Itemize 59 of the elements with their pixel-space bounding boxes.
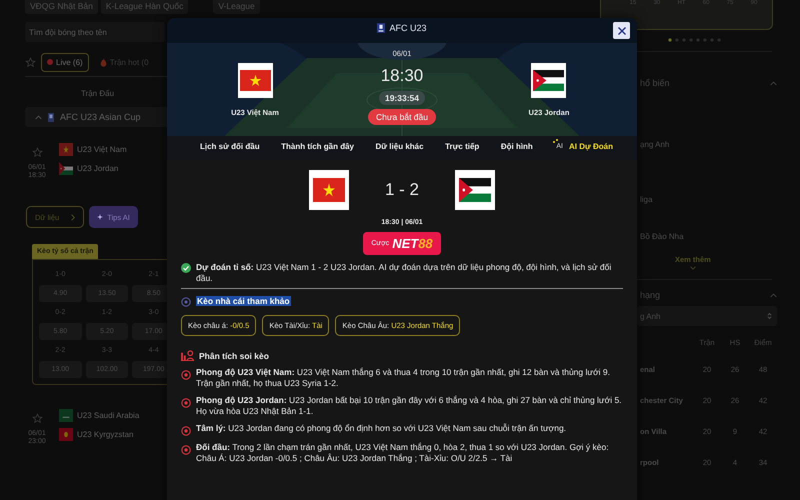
sparkle-icon <box>97 214 104 220</box>
analysis-text: Phong độ U23 Jordan: U23 Jordan bất bại 10 trận gần đây với 6 thắng và 4 hòa, ghi 27 bàn và chỉ thủng lưới 5. Họ vừa hòa U23 Nhật Bản 1-1. <box>196 395 623 417</box>
search-field[interactable]: Tìm đội bóng theo tên <box>25 22 165 42</box>
filter-tab[interactable]: Live (6) <box>41 52 89 72</box>
check-circle-icon <box>181 263 191 273</box>
team-name: U23 Saudi Arabia <box>77 411 140 420</box>
sort-arrows-icon <box>767 312 772 320</box>
close-button[interactable] <box>613 22 630 39</box>
ball-icon <box>181 445 191 455</box>
chart-icon <box>181 350 194 361</box>
team-name: U23 Jordan <box>77 164 118 173</box>
chevron-up-icon[interactable] <box>35 114 42 120</box>
chevron-right-icon <box>71 214 76 220</box>
flag-icon <box>309 170 349 210</box>
status-badge: Chưa bắt đầu <box>368 109 436 125</box>
team-name: U23 Kyrgyzstan <box>77 430 134 439</box>
league-name: AFC U23 Asian Cup <box>60 112 141 122</box>
section-title: Kèo nhà cái tham khảo <box>196 296 291 306</box>
tab[interactable]: Đội hình <box>500 142 533 151</box>
chevron-up-icon[interactable] <box>770 292 777 298</box>
star-icon[interactable] <box>25 56 36 68</box>
fire-icon <box>100 58 107 66</box>
analysis-text: Đối đầu: Trong 2 lần chạm trán gần nhất, U23 Việt Nam thắng 0, hòa 2, thua 1 so với U23 Jordan. Gợi ý kèo: Châu Á: U23 Jordan -0/0.5 ; Châu Âu: U23 Jordan Thắng ; Tài-Xỉu: O/U 2/2.5 → Tài <box>196 442 610 464</box>
team-name: U23 Việt Nam <box>77 145 127 154</box>
dialog-title: AFC U23 <box>389 23 426 33</box>
prediction-text: Dự đoán tỉ số: U23 Việt Nam 1 - 2 U23 Jordan. AI dự đoán dựa trên dữ liệu phong độ, đội hình, và lịch sử đối đầu. <box>196 262 612 284</box>
flag-icon <box>238 63 272 98</box>
kickoff-time: 18:30 <box>380 66 424 86</box>
flag-icon <box>59 428 73 441</box>
star-icon[interactable] <box>32 413 42 424</box>
analysis-text: Phong độ U23 Việt Nam: U23 Việt Nam thắng 6 và thua 4 trong 10 trận gần nhất, ghi 12 bàn và thủng lưới 9. Trận gần nhất, họ thua U23 Syria 1-2. <box>196 367 611 389</box>
ball-icon <box>181 426 191 436</box>
flag-icon <box>59 143 73 156</box>
flag-icon <box>455 170 495 210</box>
chevron-up-icon[interactable] <box>770 80 777 86</box>
tab[interactable]: Dữ liệu khác <box>376 142 424 151</box>
column-header: Trận Đấu <box>80 89 116 98</box>
trophy-icon <box>377 23 386 33</box>
league-link[interactable]: Bồ Đào Nha <box>640 232 800 241</box>
analysis-text: Tâm lý: U23 Jordan đang có phong độ ổn định hơn so với U23 Việt Nam sau chuỗi trận ấn tượng. <box>196 423 566 434</box>
star-icon[interactable] <box>32 147 42 158</box>
close-icon <box>616 26 626 36</box>
ball-icon <box>181 297 191 307</box>
tab[interactable]: Thành tích gần đây <box>281 142 354 151</box>
countdown-badge: 19:33:54 <box>378 91 425 105</box>
predicted-score: 1 - 2 <box>385 180 419 200</box>
flag-icon <box>531 63 566 98</box>
league-row[interactable]: AFC U23 Asian Cup <box>25 107 170 127</box>
ball-icon <box>181 370 191 380</box>
ball-icon <box>181 398 191 408</box>
tab[interactable]: Trực tiếp <box>445 142 480 151</box>
league-link[interactable]: liga <box>640 195 800 204</box>
tab[interactable]: Lịch sử đối đầu <box>200 142 260 151</box>
chevron-down-icon <box>690 266 696 270</box>
flag-icon <box>59 409 73 422</box>
section-title: Phân tích soi kèo <box>199 350 269 360</box>
league-link[interactable]: ạng Anh <box>640 140 800 149</box>
trophy-icon <box>48 112 54 122</box>
flag-icon <box>59 162 73 175</box>
